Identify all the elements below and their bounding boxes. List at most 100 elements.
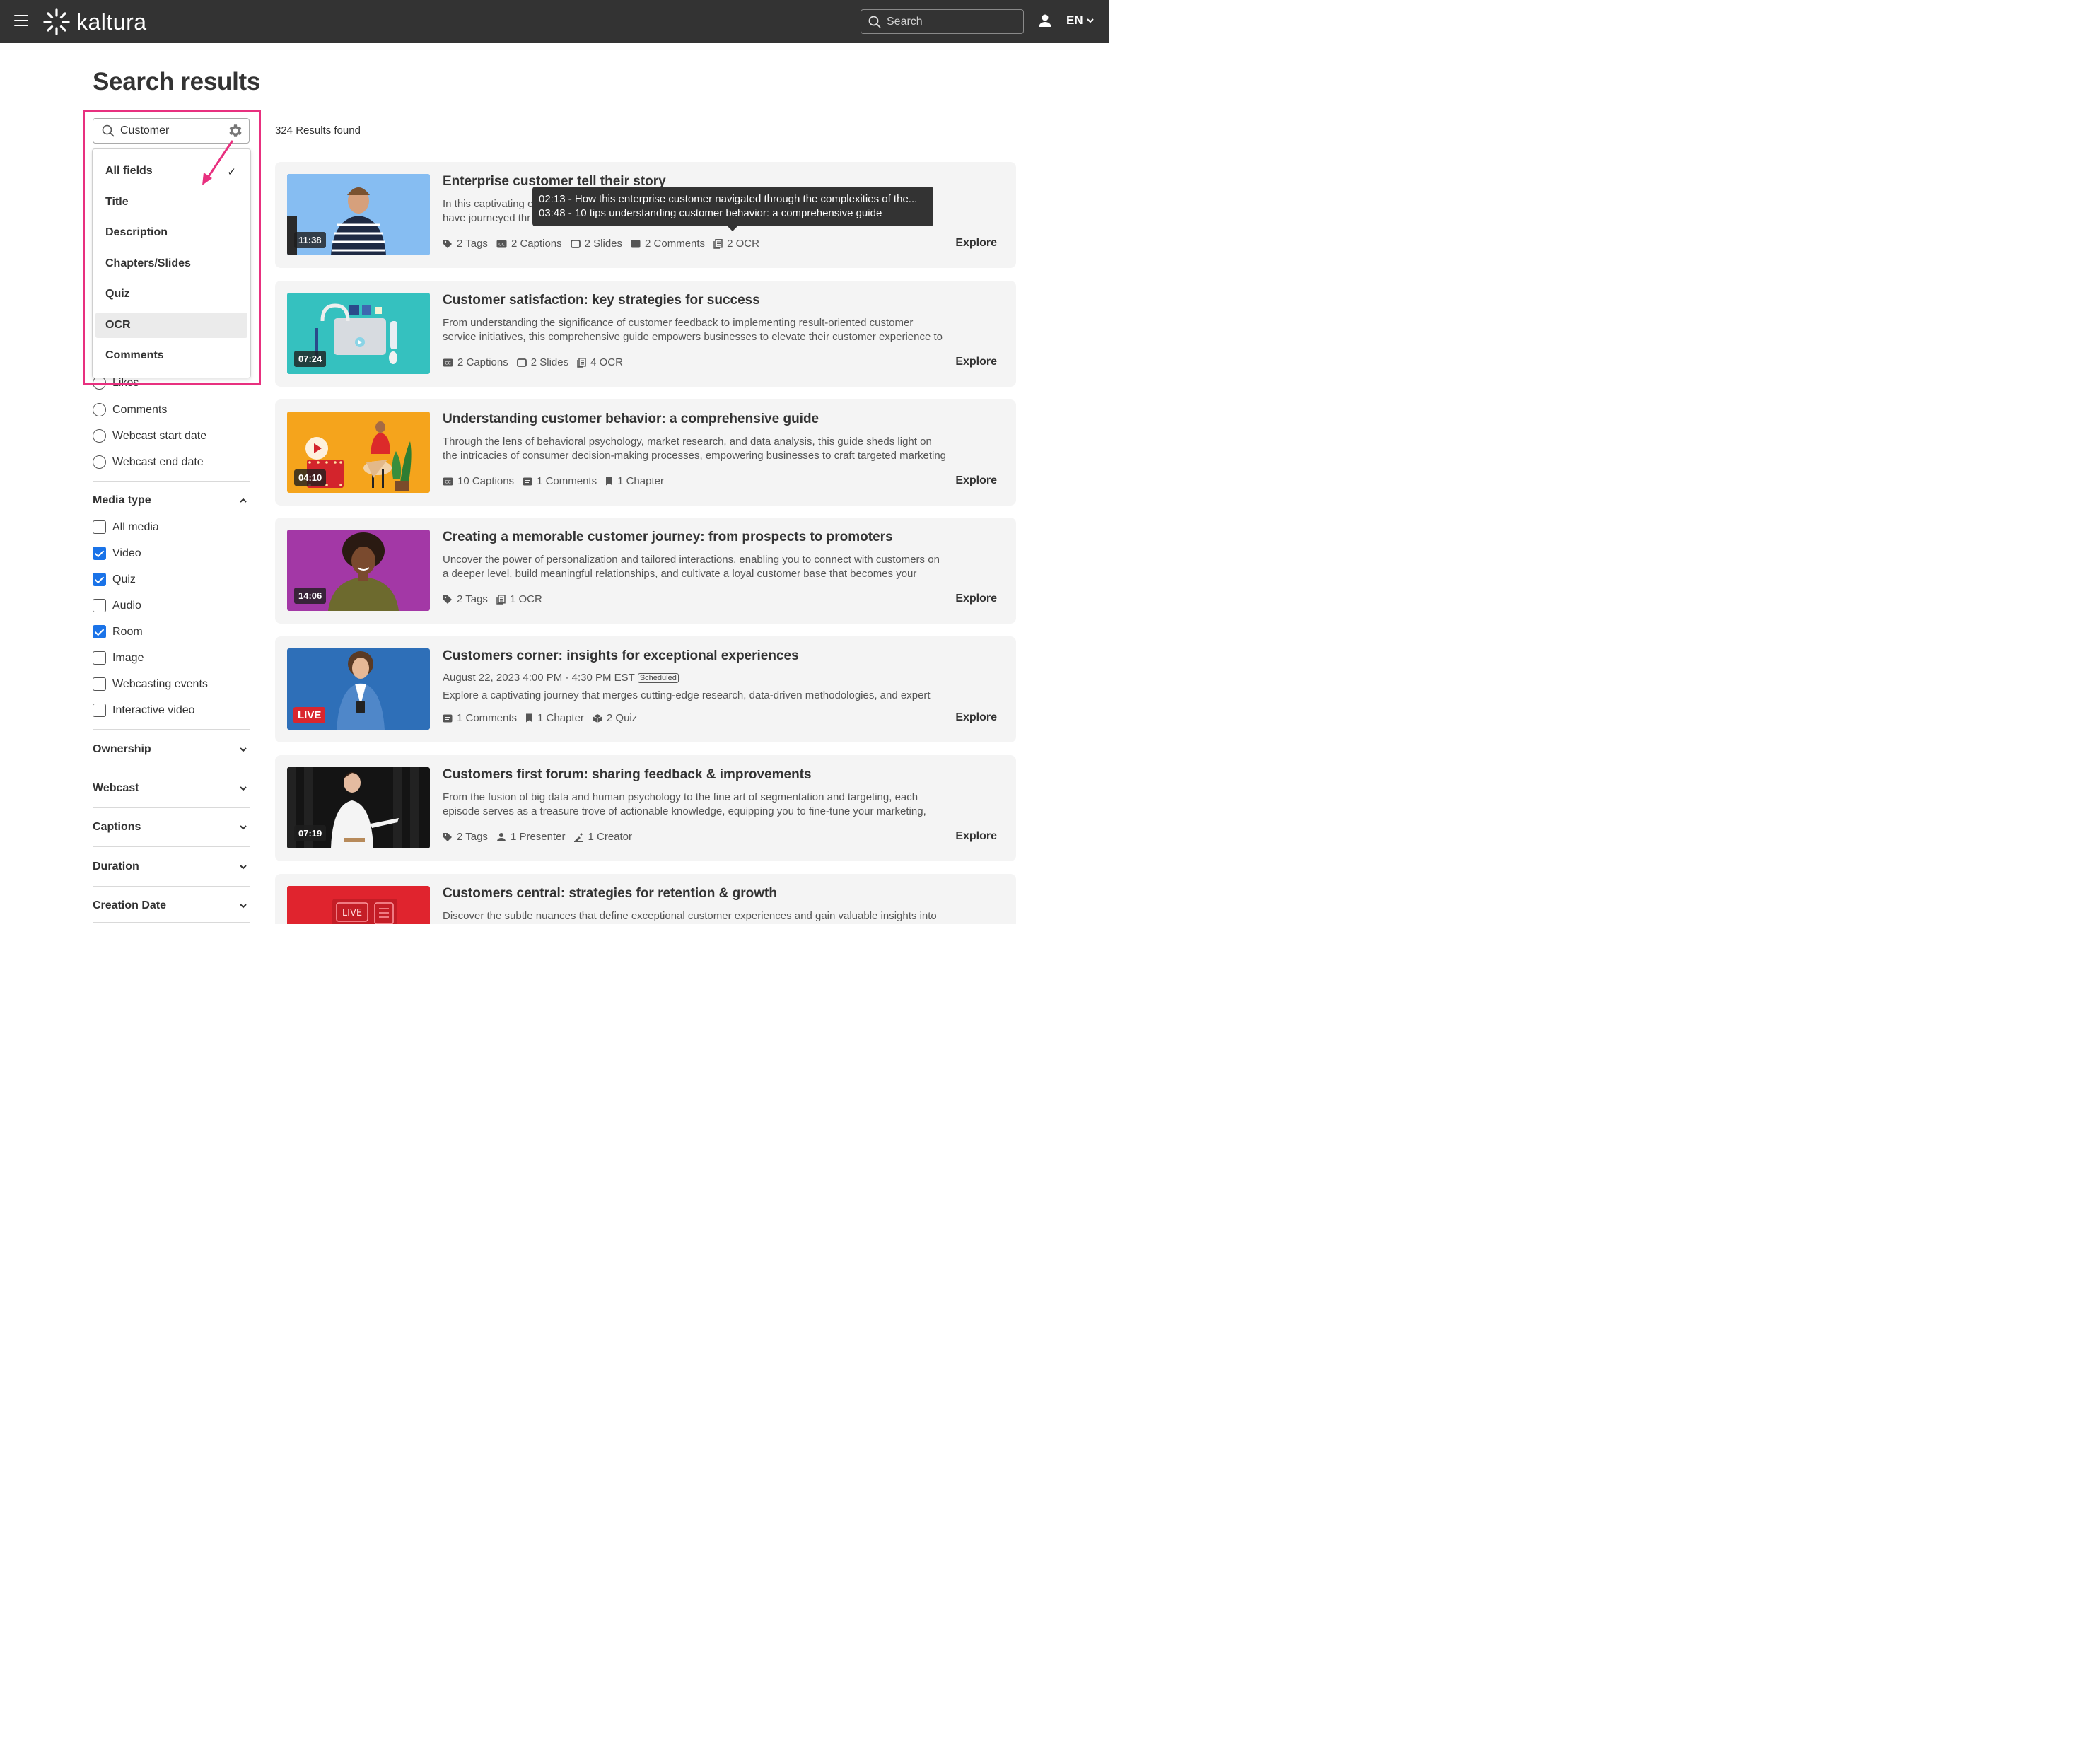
meta-label: 2 Tags (457, 593, 488, 605)
meta-captions[interactable]: CC 2 Captions (443, 356, 508, 368)
sort-option-comments[interactable]: Comments (93, 403, 167, 416)
meta-comments[interactable]: 1 Comments (523, 475, 597, 487)
explore-button[interactable]: Explore (955, 474, 997, 487)
media-type-room[interactable]: Room (93, 625, 143, 638)
meta-label: 1 Comments (537, 475, 597, 487)
media-type-webcasting-events[interactable]: Webcasting events (93, 677, 208, 691)
media-type-section-toggle[interactable]: Media type (93, 494, 250, 507)
meta-label: 10 Captions (457, 475, 515, 487)
meta-ocr[interactable]: 1 OCR (496, 593, 542, 605)
meta-quiz[interactable]: 2 Quiz (593, 712, 637, 724)
result-title[interactable]: Customers first forum: sharing feedback … (443, 767, 812, 783)
chevron-down-icon (240, 786, 247, 791)
video-thumbnail[interactable]: LIVE (287, 648, 430, 730)
meta-label: 2 Comments (645, 238, 706, 250)
checkbox (93, 573, 106, 586)
meta-label: 1 OCR (509, 593, 542, 605)
divider (93, 481, 250, 482)
result-title[interactable]: Understanding customer behavior: a compr… (443, 412, 819, 427)
captions-section-toggle[interactable]: Captions (93, 821, 250, 834)
explore-button[interactable]: Explore (955, 830, 997, 843)
field-option-label: Title (105, 196, 129, 208)
duration-section-toggle[interactable]: Duration (93, 861, 250, 873)
video-thumbnail[interactable]: 07:19 (287, 767, 430, 848)
meta-chapters[interactable]: 1 Chapter (525, 712, 584, 724)
sort-option-webcast-end[interactable]: Webcast end date (93, 455, 204, 469)
top-bar: kaltura Search EN (0, 0, 1109, 43)
tag-icon (443, 595, 452, 604)
meta-ocr[interactable]: 2 OCR (713, 238, 759, 250)
search-icon (102, 124, 115, 137)
menu-icon[interactable] (14, 15, 28, 28)
result-description: Explore a captivating journey that merge… (443, 689, 931, 701)
video-thumbnail[interactable]: 11:38 (287, 174, 430, 255)
radio-button (93, 455, 106, 469)
field-option-chapters-slides[interactable]: Chapters/Slides (95, 251, 247, 276)
meta-captions[interactable]: CC 2 Captions (496, 238, 562, 250)
thumb-live-text: LIVE (342, 908, 362, 918)
user-icon[interactable] (1038, 13, 1052, 28)
result-card: LIVE Customers corner: insights for exce… (275, 636, 1016, 742)
video-thumbnail[interactable]: 07:24 (287, 293, 430, 374)
result-title[interactable]: Customers corner: insights for exception… (443, 648, 799, 664)
media-type-audio[interactable]: Audio (93, 599, 141, 612)
meta-tags[interactable]: 2 Tags (443, 593, 488, 605)
media-type-all-media[interactable]: All media (93, 520, 159, 534)
checkbox (93, 677, 106, 691)
field-option-title[interactable]: Title (95, 189, 247, 215)
event-date-text: August 22, 2023 4:00 PM - 4:30 PM EST (443, 672, 635, 684)
creation-date-section-toggle[interactable]: Creation Date (93, 899, 250, 912)
field-option-all-fields[interactable]: All fields ✓ (95, 158, 247, 184)
field-option-comments[interactable]: Comments (95, 343, 247, 368)
media-type-video[interactable]: Video (93, 547, 141, 560)
result-title[interactable]: Creating a memorable customer journey: f… (443, 530, 893, 545)
field-option-quiz[interactable]: Quiz (95, 281, 247, 307)
media-type-quiz[interactable]: Quiz (93, 573, 136, 586)
meta-label: 2 Tags (457, 238, 488, 250)
result-card: 07:19 Customers first forum: sharing fee… (275, 755, 1016, 861)
field-option-ocr[interactable]: OCR (95, 313, 247, 338)
explore-button[interactable]: Explore (955, 356, 997, 368)
meta-slides[interactable]: 2 Slides (516, 356, 568, 368)
meta-slides[interactable]: 2 Slides (570, 238, 622, 250)
tooltip-line: 03:48 - 10 tips understanding customer b… (539, 207, 882, 219)
language-selector[interactable]: EN (1066, 13, 1095, 28)
meta-creator[interactable]: 1 Creator (573, 831, 632, 843)
video-thumbnail[interactable]: LIVE (287, 886, 430, 924)
webcast-section-toggle[interactable]: Webcast (93, 782, 250, 795)
explore-button[interactable]: Explore (955, 593, 997, 605)
result-description: Discover the subtle nuances that define … (443, 910, 937, 922)
meta-chapters[interactable]: 1 Chapter (605, 475, 664, 487)
meta-comments[interactable]: 2 Comments (631, 238, 705, 250)
captions-icon: CC (496, 240, 507, 247)
video-thumbnail[interactable]: 14:06 (287, 530, 430, 611)
meta-tags[interactable]: 2 Tags (443, 238, 488, 250)
meta-ocr[interactable]: 4 OCR (577, 356, 623, 368)
captions-icon: CC (443, 477, 453, 485)
gear-icon[interactable] (226, 122, 243, 139)
media-type-image[interactable]: Image (93, 651, 144, 665)
ownership-section-toggle[interactable]: Ownership (93, 743, 250, 756)
result-title[interactable]: Customers central: strategies for retent… (443, 886, 777, 902)
header-search-input[interactable]: Search (861, 9, 1024, 34)
result-title[interactable]: Customer satisfaction: key strategies fo… (443, 293, 760, 308)
header-search-placeholder: Search (887, 15, 923, 28)
page-title: Search results (93, 68, 261, 95)
checkbox-label: Video (112, 547, 141, 559)
explore-button[interactable]: Explore (955, 237, 997, 250)
video-thumbnail[interactable]: 04:10 (287, 412, 430, 493)
sort-option-webcast-start[interactable]: Webcast start date (93, 429, 206, 443)
section-label: Ownership (93, 743, 151, 755)
result-description: Through the lens of behavioral psycholog… (443, 436, 947, 462)
kaltura-logo[interactable]: kaltura (42, 8, 147, 36)
meta-tags[interactable]: 2 Tags (443, 831, 488, 843)
chevron-down-icon (240, 865, 247, 870)
meta-captions[interactable]: CC 10 Captions (443, 475, 514, 487)
media-type-interactive-video[interactable]: Interactive video (93, 704, 195, 717)
meta-comments[interactable]: 1 Comments (443, 712, 517, 724)
section-label: Captions (93, 821, 141, 833)
explore-button[interactable]: Explore (955, 711, 997, 724)
result-card: LIVE Customers central: strategies for r… (275, 874, 1016, 924)
meta-presenter[interactable]: 1 Presenter (496, 831, 565, 843)
field-option-description[interactable]: Description (95, 220, 247, 245)
